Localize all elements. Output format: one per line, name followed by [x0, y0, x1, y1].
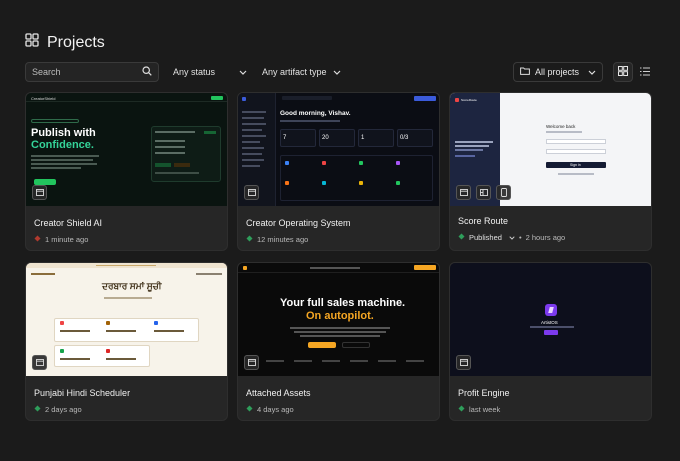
thumb-greeting: Good morning, Vishav.: [280, 110, 351, 117]
project-thumbnail[interactable]: ਦਰਬਾਰ ਸਮਾਂ ਸੂਚੀ: [26, 263, 227, 376]
project-name[interactable]: Punjabi Hindi Scheduler: [34, 388, 130, 398]
project-meta: 2 days ago: [34, 405, 82, 414]
publish-status[interactable]: Published: [469, 233, 502, 242]
search-box[interactable]: [25, 62, 159, 82]
list-view-button[interactable]: [635, 62, 655, 82]
project-filter-dropdown[interactable]: All projects: [512, 62, 603, 82]
project-thumbnail[interactable]: ArtistOS: [450, 263, 651, 376]
slides-icon: [476, 185, 491, 200]
project-name[interactable]: Profit Engine: [458, 388, 510, 398]
search-icon[interactable]: [142, 63, 152, 81]
thumb-stat: 20: [322, 135, 329, 141]
project-name[interactable]: Score Route: [458, 216, 508, 226]
project-time: 2 days ago: [45, 405, 82, 414]
artifact-filter-label: Any artifact type: [262, 67, 327, 77]
deploy-status-icon: [246, 235, 253, 244]
thumb-stat: 7: [283, 135, 287, 141]
grid-icon: [25, 33, 39, 52]
status-filter-label: Any status: [173, 67, 216, 77]
project-thumbnail[interactable]: Your full sales machine. On autopilot.: [238, 263, 439, 376]
project-meta: Published • 2 hours ago: [458, 233, 565, 242]
thumb-stat: 0/3: [400, 135, 409, 141]
thumb-headline: ਦਰਬਾਰ ਸਮਾਂ ਸੂਚੀ: [102, 281, 162, 291]
project-meta: 1 minute ago: [34, 235, 88, 244]
thumb-brand: ScoreRoute: [461, 98, 477, 102]
project-time: 4 days ago: [257, 405, 294, 414]
toolbar: Any status Any artifact type All project…: [25, 62, 655, 82]
web-app-icon: [456, 185, 471, 200]
page-title: Projects: [47, 33, 105, 51]
web-app-icon: [32, 185, 47, 200]
deploy-status-icon: [34, 405, 41, 414]
project-name[interactable]: Creator Operating System: [246, 218, 351, 228]
project-thumbnail[interactable]: CreatorShield Publish with Confidence.: [26, 93, 227, 206]
deploy-status-icon: [246, 405, 253, 414]
separator-dot: •: [518, 233, 522, 242]
web-app-icon: [244, 185, 259, 200]
project-card[interactable]: Your full sales machine. On autopilot. A…: [237, 262, 440, 421]
thumb-welcome: Welcome back: [546, 124, 576, 129]
thumb-headline-2: On autopilot.: [306, 310, 374, 322]
status-filter-dropdown[interactable]: Any status: [173, 67, 247, 77]
artifact-filter-dropdown[interactable]: Any artifact type: [262, 67, 341, 77]
grid-view-icon: [618, 63, 628, 81]
project-meta: 12 minutes ago: [246, 235, 308, 244]
chevron-down-icon[interactable]: [509, 233, 515, 242]
project-time: last week: [469, 405, 501, 414]
deploy-status-icon: [458, 233, 465, 242]
project-meta: 4 days ago: [246, 405, 294, 414]
thumb-headline-2: Confidence.: [31, 139, 94, 151]
project-thumbnail[interactable]: ScoreRoute Welcome back Sign in: [450, 93, 651, 206]
web-app-icon: [456, 355, 471, 370]
project-card[interactable]: CreatorShield Publish with Confidence. C…: [25, 92, 228, 251]
page-header: Projects: [25, 33, 105, 52]
thumb-stat: 1: [361, 135, 365, 141]
grid-view-button[interactable]: [613, 62, 633, 82]
chevron-down-icon: [588, 67, 596, 77]
web-app-icon: [32, 355, 47, 370]
deploy-status-icon: [34, 235, 41, 244]
project-meta: last week: [458, 405, 500, 414]
project-time: 1 minute ago: [45, 235, 89, 244]
chevron-down-icon: [333, 67, 341, 77]
mobile-app-icon: [496, 185, 511, 200]
project-time: 2 hours ago: [525, 233, 566, 242]
project-time: 12 minutes ago: [257, 235, 309, 244]
project-card[interactable]: ਦਰਬਾਰ ਸਮਾਂ ਸੂਚੀ Punjabi Hindi Scheduler …: [25, 262, 228, 421]
thumb-headline-1: Publish with: [31, 127, 96, 139]
web-app-icon: [244, 355, 259, 370]
project-name[interactable]: Attached Assets: [246, 388, 311, 398]
project-card[interactable]: ArtistOS Profit Engine last week: [449, 262, 652, 421]
project-name[interactable]: Creator Shield AI: [34, 218, 102, 228]
search-input[interactable]: [32, 67, 132, 77]
thumb-headline-1: Your full sales machine.: [280, 297, 406, 309]
chevron-down-icon: [239, 67, 247, 77]
thumb-signin: Sign in: [570, 163, 581, 167]
list-view-icon: [640, 63, 650, 81]
project-card[interactable]: ScoreRoute Welcome back Sign in Score Ro…: [449, 92, 652, 251]
project-card[interactable]: Good morning, Vishav. 7 20 1 0/3 Creator…: [237, 92, 440, 251]
deploy-status-icon: [458, 405, 465, 414]
thumb-brand: ArtistOS: [541, 320, 558, 325]
project-filter-label: All projects: [534, 67, 579, 77]
folder-icon: [520, 67, 530, 77]
project-thumbnail[interactable]: Good morning, Vishav. 7 20 1 0/3: [238, 93, 439, 206]
